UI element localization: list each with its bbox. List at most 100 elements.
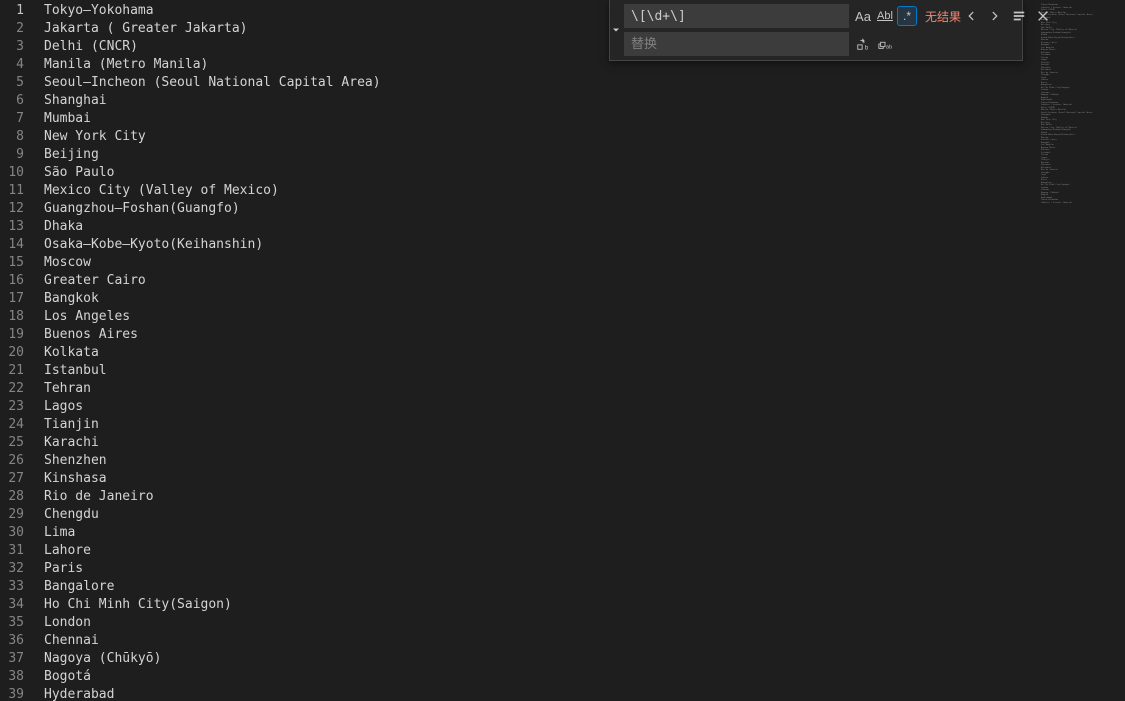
text-line[interactable]: Beijing [44,146,1037,164]
line-number: 11 [0,182,40,200]
text-line[interactable]: Buenos Aires [44,326,1037,344]
text-line[interactable]: Hyderabad [44,686,1037,701]
case-icon: Aa [855,9,871,24]
editor-content[interactable]: Tokyo—YokohamaJakarta ( Greater Jakarta)… [40,0,1037,701]
text-line[interactable]: Bangkok [44,290,1037,308]
find-replace-widget: Aa Abl .* 无结果 [609,0,1023,61]
text-line[interactable]: Tehran [44,380,1037,398]
text-line[interactable]: Bangalore [44,578,1037,596]
line-number: 19 [0,326,40,344]
line-numbers-gutter: 1234567891011121314151617181920212223242… [0,0,40,701]
text-line[interactable]: Paris [44,560,1037,578]
text-line[interactable]: Los Angeles [44,308,1037,326]
text-line[interactable]: Lima [44,524,1037,542]
find-row: Aa Abl .* 无结果 [624,4,1053,28]
line-number: 8 [0,128,40,146]
line-number: 36 [0,632,40,650]
find-in-selection-button[interactable] [1009,6,1029,26]
text-line[interactable]: Shanghai [44,92,1037,110]
line-number: 33 [0,578,40,596]
text-line[interactable]: Moscow [44,254,1037,272]
case-sensitive-toggle[interactable]: Aa [853,6,873,26]
close-find-button[interactable] [1033,6,1053,26]
text-line[interactable]: London [44,614,1037,632]
text-line[interactable]: Chengdu [44,506,1037,524]
line-number: 13 [0,218,40,236]
text-line[interactable]: Bogotá [44,668,1037,686]
text-line[interactable]: São Paulo [44,164,1037,182]
line-number: 25 [0,434,40,452]
text-line[interactable]: Ho Chi Minh City(Saigon) [44,596,1037,614]
svg-text:b: b [865,44,869,51]
line-number: 23 [0,398,40,416]
text-line[interactable]: Lahore [44,542,1037,560]
replace-all-icon: ab [878,37,892,51]
find-replace-inputs: Aa Abl .* 无结果 [622,0,1057,60]
text-line[interactable]: Lagos [44,398,1037,416]
text-line[interactable]: Istanbul [44,362,1037,380]
whole-word-toggle[interactable]: Abl [875,6,895,26]
line-number: 32 [0,560,40,578]
text-line[interactable]: Guangzhou—Foshan(Guangfo) [44,200,1037,218]
line-number: 4 [0,56,40,74]
arrow-right-icon [988,9,1002,23]
text-line[interactable]: Chennai [44,632,1037,650]
line-number: 24 [0,416,40,434]
text-line[interactable]: Osaka—Kobe—Kyoto(Keihanshin) [44,236,1037,254]
text-line[interactable]: Mexico City (Valley of Mexico) [44,182,1037,200]
replace-one-button[interactable]: b [853,34,873,54]
line-number: 31 [0,542,40,560]
nav-controls [961,6,1053,26]
line-number: 21 [0,362,40,380]
replace-all-button[interactable]: ab [875,34,895,54]
text-line[interactable]: Tianjin [44,416,1037,434]
text-line[interactable]: Kinshasa [44,470,1037,488]
line-number: 1 [0,2,40,20]
line-number: 34 [0,596,40,614]
text-line[interactable]: Greater Cairo [44,272,1037,290]
line-number: 18 [0,308,40,326]
line-number: 9 [0,146,40,164]
replace-input[interactable] [624,32,849,56]
text-line[interactable]: Rio de Janeiro [44,488,1037,506]
editor-area: 1234567891011121314151617181920212223242… [0,0,1037,701]
line-number: 38 [0,668,40,686]
svg-text:ab: ab [886,44,892,50]
text-line[interactable]: New York City [44,128,1037,146]
line-number: 3 [0,38,40,56]
text-line[interactable]: Dhaka [44,218,1037,236]
text-line[interactable]: Nagoya (Chūkyō) [44,650,1037,668]
line-number: 27 [0,470,40,488]
regex-toggle[interactable]: .* [897,6,917,26]
text-line[interactable]: Seoul—Incheon (Seoul National Capital Ar… [44,74,1037,92]
regex-icon: .* [903,9,911,23]
text-line[interactable]: Kolkata [44,344,1037,362]
line-number: 30 [0,524,40,542]
close-icon [1036,9,1050,23]
replace-row: b ab [624,32,1053,56]
previous-match-button[interactable] [961,6,981,26]
minimap[interactable]: Tokyo—YokohamaJakarta ( Greater Jakarta)… [1037,0,1125,701]
toggle-replace-button[interactable] [610,0,622,60]
line-number: 20 [0,344,40,362]
line-number: 7 [0,110,40,128]
line-number: 14 [0,236,40,254]
line-number: 15 [0,254,40,272]
line-number: 5 [0,74,40,92]
whole-word-icon: Abl [877,10,893,22]
arrow-left-icon [964,9,978,23]
line-number: 28 [0,488,40,506]
line-number: 29 [0,506,40,524]
line-number: 16 [0,272,40,290]
chevron-down-icon [610,24,622,36]
line-number: 37 [0,650,40,668]
search-input[interactable] [624,4,849,28]
minimap-line: Jakarta ( Greater Jakarta) [1041,202,1121,205]
text-line[interactable]: Shenzhen [44,452,1037,470]
line-number: 17 [0,290,40,308]
line-number: 12 [0,200,40,218]
next-match-button[interactable] [985,6,1005,26]
text-line[interactable]: Karachi [44,434,1037,452]
text-line[interactable]: Mumbai [44,110,1037,128]
line-number: 10 [0,164,40,182]
